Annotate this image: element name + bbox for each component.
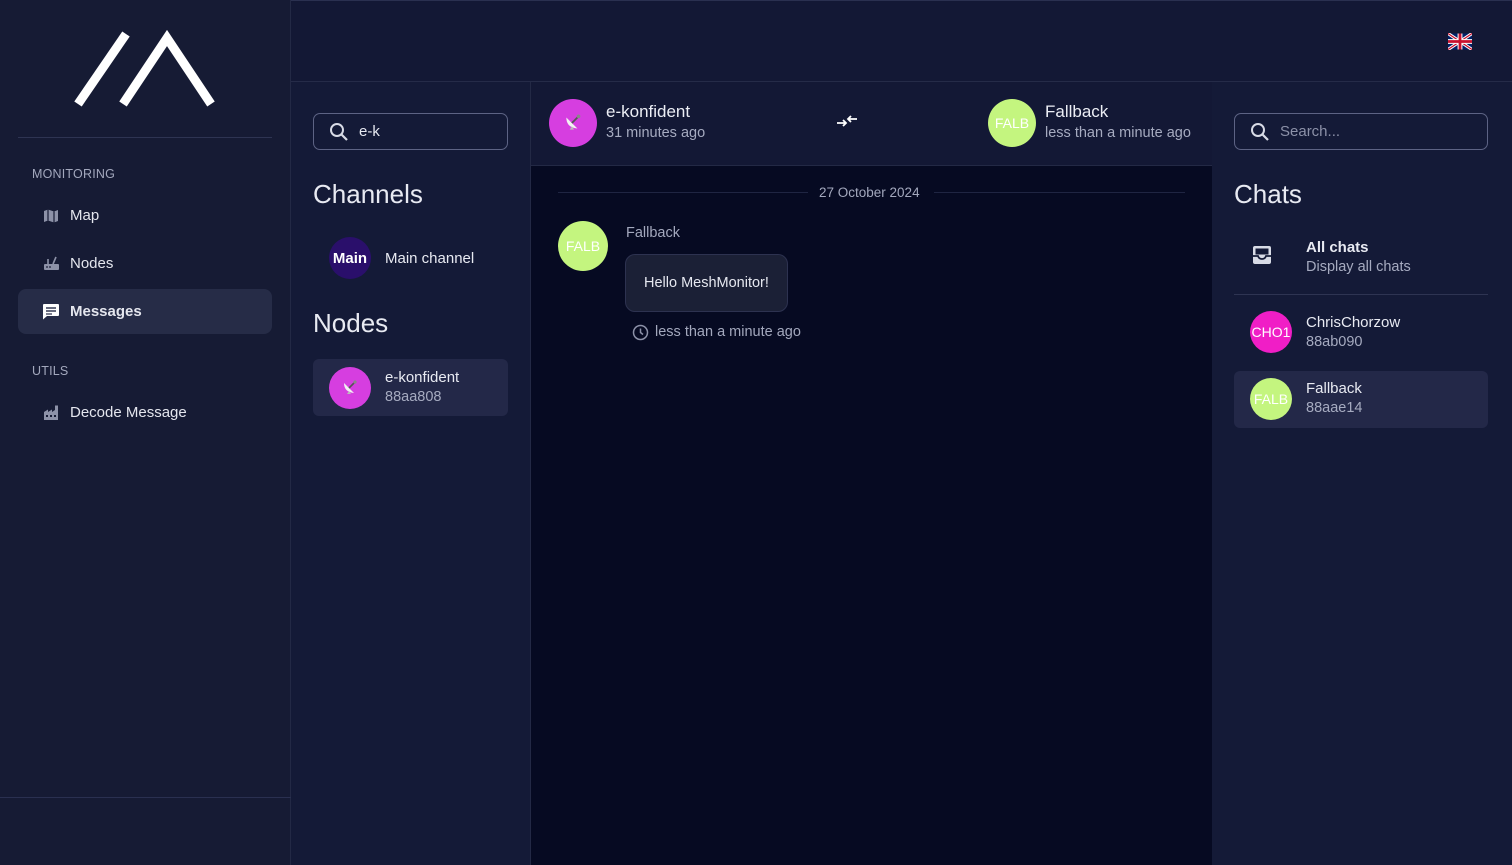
node-search-box[interactable] <box>313 113 508 150</box>
message-sender: Fallback <box>626 225 680 241</box>
map-icon <box>41 206 61 226</box>
chat-item-all-chats[interactable]: All chats Display all chats <box>1234 230 1488 290</box>
app-logo[interactable] <box>70 28 220 110</box>
node-id: 88aa808 <box>385 389 442 405</box>
node-avatar <box>329 367 371 409</box>
chat-id: 88aae14 <box>1306 400 1363 416</box>
uk-flag-icon[interactable] <box>1448 33 1472 50</box>
chat-search-box[interactable] <box>1234 113 1488 150</box>
channel-avatar: Main <box>329 237 371 279</box>
chat-search-input[interactable] <box>1280 123 1470 140</box>
chat-header: e-konfident 31 minutes ago FALB Fallback… <box>531 82 1212 166</box>
nav-item-label: Nodes <box>70 255 114 272</box>
nav-item-label: Messages <box>70 303 142 320</box>
all-chats-sub: Display all chats <box>1306 259 1411 275</box>
message-timestamp: less than a minute ago <box>655 324 801 340</box>
message-avatar[interactable]: FALB <box>558 221 608 271</box>
chats-divider <box>1234 294 1488 295</box>
nav-item-decode-message[interactable]: Decode Message <box>18 390 272 435</box>
chats-heading: Chats <box>1234 179 1302 209</box>
message-icon <box>41 302 61 322</box>
chat-avatar: FALB <box>1250 378 1292 420</box>
monitoring-section-title: MONITORING <box>32 167 116 181</box>
channels-heading: Channels <box>313 179 423 209</box>
sender-avatar[interactable] <box>549 99 597 147</box>
recipient-last-seen: less than a minute ago <box>1045 125 1191 141</box>
sidebar: MONITORING Map Nodes Messages UTILS Deco… <box>0 0 291 865</box>
top-bar <box>291 0 1512 82</box>
sender-name: e-konfident <box>606 102 691 121</box>
satellite-dish-icon <box>566 114 581 130</box>
sidebar-bottom-divider <box>0 797 291 798</box>
clock-icon <box>632 324 649 341</box>
swap-arrows-icon[interactable] <box>836 112 858 130</box>
recipient-name: Fallback <box>1045 102 1109 121</box>
node-item-e-konfident[interactable]: e-konfident 88aa808 <box>313 359 508 416</box>
router-icon <box>41 254 61 274</box>
logo-divider <box>18 137 272 138</box>
nodes-heading: Nodes <box>313 308 389 338</box>
node-search-input[interactable] <box>359 123 499 140</box>
nav-item-nodes[interactable]: Nodes <box>18 241 272 286</box>
search-icon <box>330 122 348 141</box>
chat-id: 88ab090 <box>1306 334 1363 350</box>
satellite-dish-icon <box>344 380 357 394</box>
node-name: e-konfident <box>385 369 460 386</box>
chat-item-fallback[interactable]: FALB Fallback 88aae14 <box>1234 371 1488 428</box>
recipient-avatar[interactable]: FALB <box>988 99 1036 147</box>
utils-section-title: UTILS <box>32 364 69 378</box>
channel-label: Main channel <box>385 250 475 267</box>
all-chats-label: All chats <box>1306 239 1369 256</box>
message-bubble[interactable]: Hello MeshMonitor! <box>625 254 788 312</box>
chat-messages-area: 27 October 2024 FALB Fallback Hello Mesh… <box>531 166 1212 865</box>
chat-name: Fallback <box>1306 380 1362 397</box>
factory-icon <box>41 403 61 423</box>
search-icon <box>1251 122 1269 141</box>
chats-panel: Chats All chats Display all chats CHO1 C… <box>1212 82 1512 865</box>
nav-item-label: Decode Message <box>70 404 187 421</box>
channels-nodes-panel: Channels Main Main channel Nodes e-konfi… <box>291 82 531 865</box>
inbox-icon <box>1253 246 1271 264</box>
sender-last-seen: 31 minutes ago <box>606 125 706 141</box>
chat-name: ChrisChorzow <box>1306 314 1401 331</box>
channel-item-main[interactable]: Main Main channel <box>313 235 508 281</box>
date-separator: 27 October 2024 <box>819 185 920 200</box>
nav-item-messages[interactable]: Messages <box>18 289 272 334</box>
date-divider-right <box>934 192 1185 193</box>
nav-item-map[interactable]: Map <box>18 193 272 238</box>
chat-avatar: CHO1 <box>1250 311 1292 353</box>
nav-item-label: Map <box>70 207 100 224</box>
chat-item-chrischorzow[interactable]: CHO1 ChrisChorzow 88ab090 <box>1234 304 1488 361</box>
date-divider-left <box>558 192 808 193</box>
message-item: FALB Fallback Hello MeshMonitor! less th… <box>531 216 1212 346</box>
